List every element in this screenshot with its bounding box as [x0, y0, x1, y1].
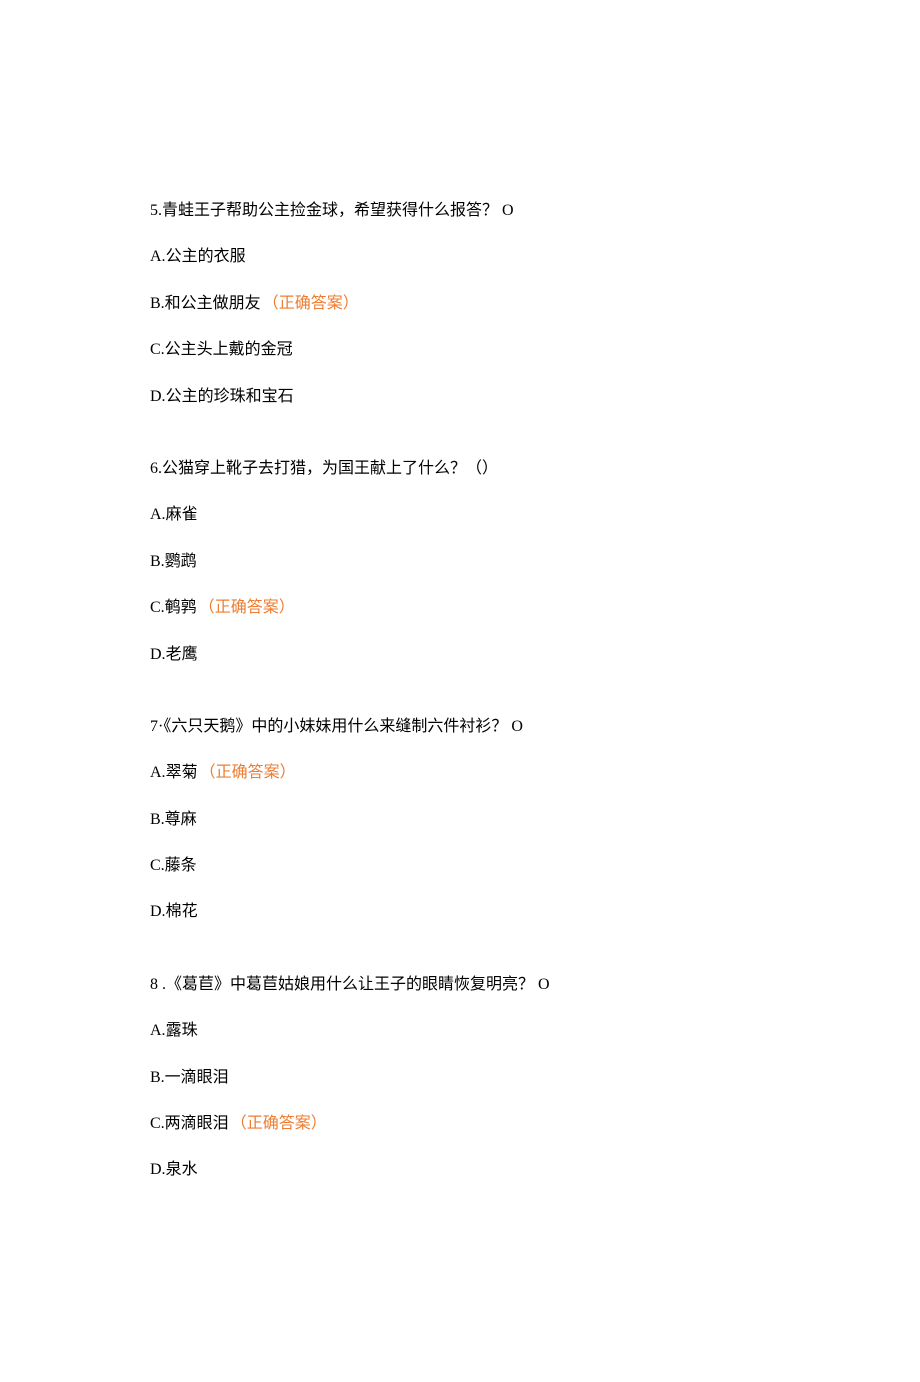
question-block: 5.青蛙王子帮助公主捡金球，希望获得什么报答？ O A.公主的衣服 B.和公主做朋友…: [150, 200, 770, 408]
option-text: 棉花: [166, 903, 198, 920]
option-text: 泉水: [166, 1161, 198, 1178]
option: D.老鹰: [150, 644, 770, 666]
option-label: A.: [150, 764, 166, 781]
option: C.两滴眼泪（正确答案）: [150, 1113, 770, 1135]
correct-answer-label: （正确答案）: [200, 764, 296, 781]
option-label: B.: [150, 811, 165, 828]
option: B.尊麻: [150, 809, 770, 831]
option-text: 露珠: [166, 1022, 198, 1039]
option-text: 公主头上戴的金冠: [165, 341, 293, 358]
option-text: 藤条: [165, 857, 197, 874]
question-text: 5.青蛙王子帮助公主捡金球，希望获得什么报答？ O: [150, 200, 770, 222]
option-text: 公主的衣服: [166, 248, 246, 265]
option-label: C.: [150, 1115, 165, 1132]
option: B.和公主做朋友（正确答案）: [150, 293, 770, 315]
option-label: B.: [150, 553, 165, 570]
question-text: 7·《六只天鹅》中的小妹妹用什么来缝制六件衬衫？ O: [150, 716, 770, 738]
option-label: C.: [150, 857, 165, 874]
option-text: 鹦鹉: [165, 553, 197, 570]
option: C.藤条: [150, 855, 770, 877]
option: D.泉水: [150, 1159, 770, 1181]
option: C.公主头上戴的金冠: [150, 339, 770, 361]
option: D.公主的珍珠和宝石: [150, 386, 770, 408]
option: A.露珠: [150, 1020, 770, 1042]
question-number: 8 .: [150, 976, 166, 993]
question-body: 青蛙王子帮助公主捡金球，希望获得什么报答？ O: [162, 202, 514, 219]
question-body: 公猫穿上靴子去打猎，为国王献上了什么？（）: [162, 460, 498, 477]
correct-answer-label: （正确答案）: [199, 599, 295, 616]
question-block: 6.公猫穿上靴子去打猎，为国王献上了什么？（） A.麻雀 B.鹦鹉 C.鹌鹑（正确答案…: [150, 458, 770, 666]
option-text: 翠菊: [166, 764, 198, 781]
option-text: 和公主做朋友: [165, 295, 261, 312]
question-text: 8 .《葛苣》中葛苣姑娘用什么让王子的眼睛恢复明亮？ O: [150, 974, 770, 996]
correct-answer-label: （正确答案）: [231, 1115, 327, 1132]
option-text: 公主的珍珠和宝石: [166, 388, 294, 405]
option-label: C.: [150, 599, 165, 616]
question-number: 7·: [150, 718, 163, 735]
option-label: A.: [150, 506, 166, 523]
option: C.鹌鹑（正确答案）: [150, 597, 770, 619]
question-body: 《六只天鹅》中的小妹妹用什么来缝制六件衬衫？ O: [163, 718, 523, 735]
question-block: 8 .《葛苣》中葛苣姑娘用什么让王子的眼睛恢复明亮？ O A.露珠 B.一滴眼泪 C.…: [150, 974, 770, 1182]
option-label: D.: [150, 903, 166, 920]
question-body: 《葛苣》中葛苣姑娘用什么让王子的眼睛恢复明亮？ O: [166, 976, 550, 993]
option-label: C.: [150, 341, 165, 358]
option-label: B.: [150, 1069, 165, 1086]
option-text: 老鹰: [166, 646, 198, 663]
option: D.棉花: [150, 901, 770, 923]
option: A.翠菊（正确答案）: [150, 762, 770, 784]
option-text: 两滴眼泪: [165, 1115, 229, 1132]
option-text: 麻雀: [166, 506, 198, 523]
question-block: 7·《六只天鹅》中的小妹妹用什么来缝制六件衬衫？ O A.翠菊（正确答案） B.尊麻…: [150, 716, 770, 924]
option: B.鹦鹉: [150, 551, 770, 573]
option-label: A.: [150, 248, 166, 265]
option-label: D.: [150, 646, 166, 663]
question-number: 5.: [150, 202, 162, 219]
question-number: 6.: [150, 460, 162, 477]
option-label: A.: [150, 1022, 166, 1039]
correct-answer-label: （正确答案）: [263, 295, 359, 312]
option: B.一滴眼泪: [150, 1067, 770, 1089]
option-text: 鹌鹑: [165, 599, 197, 616]
option: A.公主的衣服: [150, 246, 770, 268]
option-text: 尊麻: [165, 811, 197, 828]
option-text: 一滴眼泪: [165, 1069, 229, 1086]
option-label: B.: [150, 295, 165, 312]
option-label: D.: [150, 1161, 166, 1178]
quiz-content: 5.青蛙王子帮助公主捡金球，希望获得什么报答？ OA.公主的衣服B.和公主做朋友…: [150, 200, 770, 1182]
option: A.麻雀: [150, 504, 770, 526]
option-label: D.: [150, 388, 166, 405]
question-text: 6.公猫穿上靴子去打猎，为国王献上了什么？（）: [150, 458, 770, 480]
